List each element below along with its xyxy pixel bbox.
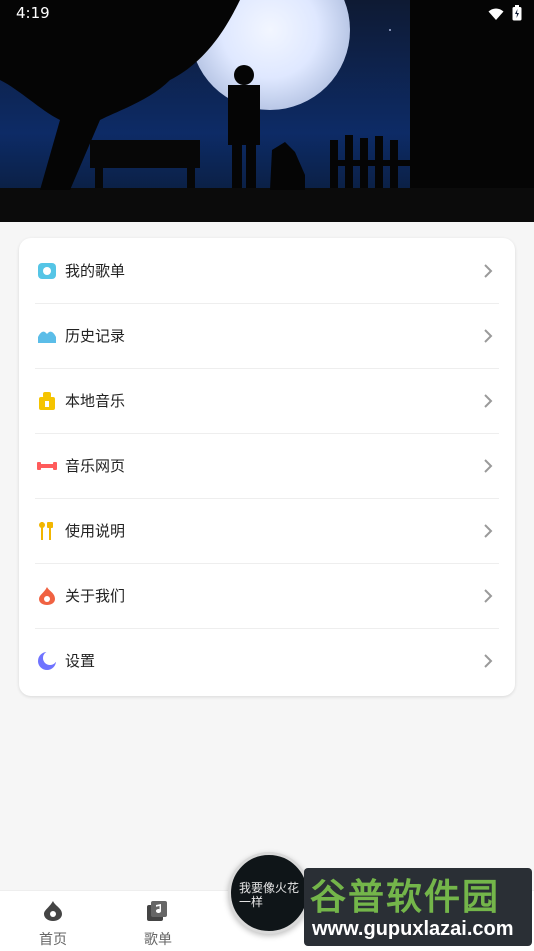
menu-item-label: 关于我们 [65, 587, 126, 605]
menu-item-label: 设置 [65, 652, 96, 670]
menu-item-label: 使用说明 [65, 522, 126, 540]
local-music-icon [37, 391, 57, 411]
music-web-icon [37, 456, 57, 476]
nav-home-label: 首页 [39, 932, 67, 948]
menu-item-settings[interactable]: 设置 [35, 628, 499, 693]
menu-card: 我的歌单 历史记录 本地音乐 音乐网页 使用说明 关于我们 设置 [19, 238, 515, 696]
about-icon [37, 586, 57, 606]
battery-icon [512, 5, 522, 25]
menu-item-my-playlist[interactable]: 我的歌单 [35, 238, 499, 304]
menu-item-about-us[interactable]: 关于我们 [35, 563, 499, 629]
history-icon [37, 326, 57, 346]
menu-item-label: 音乐网页 [65, 457, 126, 475]
menu-item-local-music[interactable]: 本地音乐 [35, 368, 499, 434]
wifi-icon [488, 6, 504, 25]
chevron-right-icon [483, 238, 493, 303]
status-bar: 4:19 [0, 0, 534, 28]
menu-item-label: 本地音乐 [65, 392, 126, 410]
watermark-url: www.gupuxlazai.com [312, 918, 514, 940]
nav-playlists-label: 歌单 [144, 932, 172, 948]
playlist-music-icon [147, 901, 169, 925]
watermark-logo: 谷普软件园 www.gupuxlazai.com [304, 868, 532, 946]
watermark-brand: 谷普软件园 [310, 876, 501, 917]
menu-item-instructions[interactable]: 使用说明 [35, 498, 499, 564]
chevron-right-icon [483, 563, 493, 628]
mini-player[interactable]: 我要像火花一样 [228, 852, 310, 934]
nav-home[interactable]: 首页 [23, 901, 83, 949]
chevron-right-icon [483, 433, 493, 498]
chevron-right-icon [483, 368, 493, 433]
playlist-icon [37, 261, 57, 281]
settings-icon [37, 651, 57, 671]
status-time: 4:19 [16, 4, 50, 22]
menu-item-music-web[interactable]: 音乐网页 [35, 433, 499, 499]
chevron-right-icon [483, 628, 493, 693]
album-text: 我要像火花一样 [239, 881, 300, 909]
chevron-right-icon [483, 498, 493, 563]
menu-item-label: 我的歌单 [65, 262, 126, 280]
header-illustration [0, 0, 534, 222]
menu-item-label: 历史记录 [65, 327, 126, 345]
chevron-right-icon [483, 303, 493, 368]
nav-playlists[interactable]: 歌单 [128, 901, 188, 949]
home-flame-icon [44, 901, 62, 925]
header-banner [0, 0, 534, 222]
instructions-icon [37, 521, 57, 541]
menu-item-history[interactable]: 历史记录 [35, 303, 499, 369]
status-icons [488, 5, 522, 25]
